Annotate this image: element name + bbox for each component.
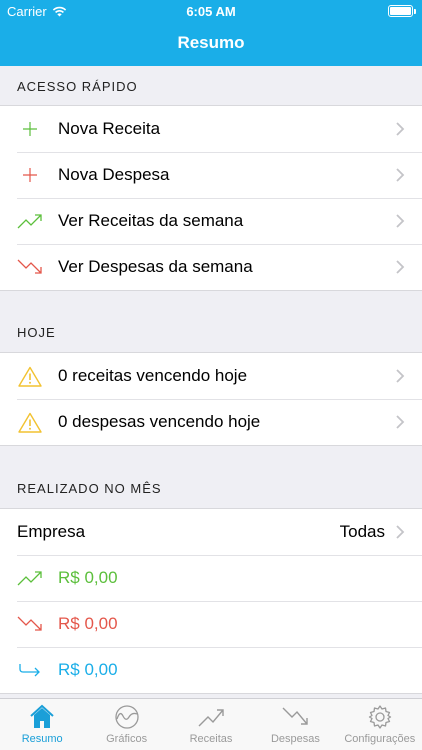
row-label: Nova Despesa — [58, 165, 170, 184]
row-label: Nova Receita — [58, 119, 161, 138]
tab-despesas[interactable]: Despesas — [253, 699, 337, 750]
trend-up-icon — [17, 210, 43, 232]
row-label: 0 receitas vencendo hoje — [58, 366, 248, 385]
chevron-right-icon — [396, 214, 405, 228]
tab-label: Gráficos — [106, 733, 148, 745]
section-header-today: HOJE — [17, 325, 56, 340]
row-label: Ver Despesas da semana — [58, 257, 253, 276]
section-header-quick-access: ACESSO RÁPIDO — [17, 79, 138, 94]
company-label: Empresa — [17, 522, 86, 541]
trend-up-icon — [198, 709, 224, 727]
new-income-row[interactable]: Nova Receita — [0, 106, 422, 152]
week-income-row[interactable]: Ver Receitas da semana — [0, 198, 422, 244]
status-time: 6:05 AM — [186, 4, 236, 19]
week-expense-row[interactable]: Ver Despesas da semana — [0, 244, 422, 290]
plus-icon — [17, 164, 43, 186]
warning-icon — [17, 365, 43, 387]
month-expense-row: R$ 0,00 — [0, 601, 422, 647]
chevron-right-icon — [396, 168, 405, 182]
chevron-right-icon — [396, 260, 405, 274]
home-icon — [30, 704, 54, 728]
tab-label: Configurações — [344, 733, 416, 745]
gear-icon — [368, 705, 391, 729]
month-group: Empresa Todas R$ 0,00 R$ 0,00 R$ 0,00 — [0, 508, 422, 694]
trend-down-icon — [17, 613, 43, 635]
trend-down-icon — [17, 256, 43, 278]
chevron-right-icon — [396, 415, 405, 429]
page-title: Resumo — [177, 33, 245, 52]
tab-resumo[interactable]: Resumo — [0, 699, 84, 750]
row-label: Ver Receitas da semana — [58, 211, 244, 230]
tab-graficos[interactable]: Gráficos — [84, 699, 168, 750]
today-group: 0 receitas vencendo hoje 0 despesas venc… — [0, 352, 422, 446]
trend-down-icon — [282, 707, 309, 725]
chevron-right-icon — [396, 369, 405, 383]
chevron-right-icon — [396, 525, 405, 539]
section-header-month: REALIZADO NO MÊS — [17, 481, 162, 496]
tab-label: Receitas — [189, 733, 233, 745]
new-expense-row[interactable]: Nova Despesa — [0, 152, 422, 198]
row-label: 0 despesas vencendo hoje — [58, 412, 261, 431]
tab-label: Resumo — [21, 733, 63, 745]
plus-icon — [17, 118, 43, 140]
navigation-bar: Carrier 6:05 AM Resumo — [0, 0, 422, 66]
company-value: Todas — [339, 522, 385, 541]
expense-due-today-row[interactable]: 0 despesas vencendo hoje — [0, 399, 422, 445]
income-due-today-row[interactable]: 0 receitas vencendo hoje — [0, 353, 422, 399]
trend-up-icon — [17, 567, 43, 589]
tab-bar: Resumo Gráficos Receitas Despesas Config… — [0, 698, 422, 750]
balance-arrow-icon — [17, 659, 43, 681]
tab-receitas[interactable]: Receitas — [169, 699, 253, 750]
month-expense-value: R$ 0,00 — [58, 614, 118, 633]
quick-access-group: Nova Receita Nova Despesa Ver Receitas d… — [0, 105, 422, 291]
month-income-row: R$ 0,00 — [0, 555, 422, 601]
warning-icon — [17, 411, 43, 433]
chart-icon — [114, 705, 139, 729]
month-income-value: R$ 0,00 — [58, 568, 118, 587]
status-bar: Carrier 6:05 AM — [0, 0, 422, 22]
tab-label: Despesas — [270, 733, 320, 745]
tab-configuracoes[interactable]: Configurações — [338, 699, 422, 750]
chevron-right-icon — [396, 122, 405, 136]
month-balance-row: R$ 0,00 — [0, 647, 422, 693]
month-balance-value: R$ 0,00 — [58, 660, 118, 679]
company-filter-row[interactable]: Empresa Todas — [0, 509, 422, 555]
battery-icon — [388, 5, 416, 17]
